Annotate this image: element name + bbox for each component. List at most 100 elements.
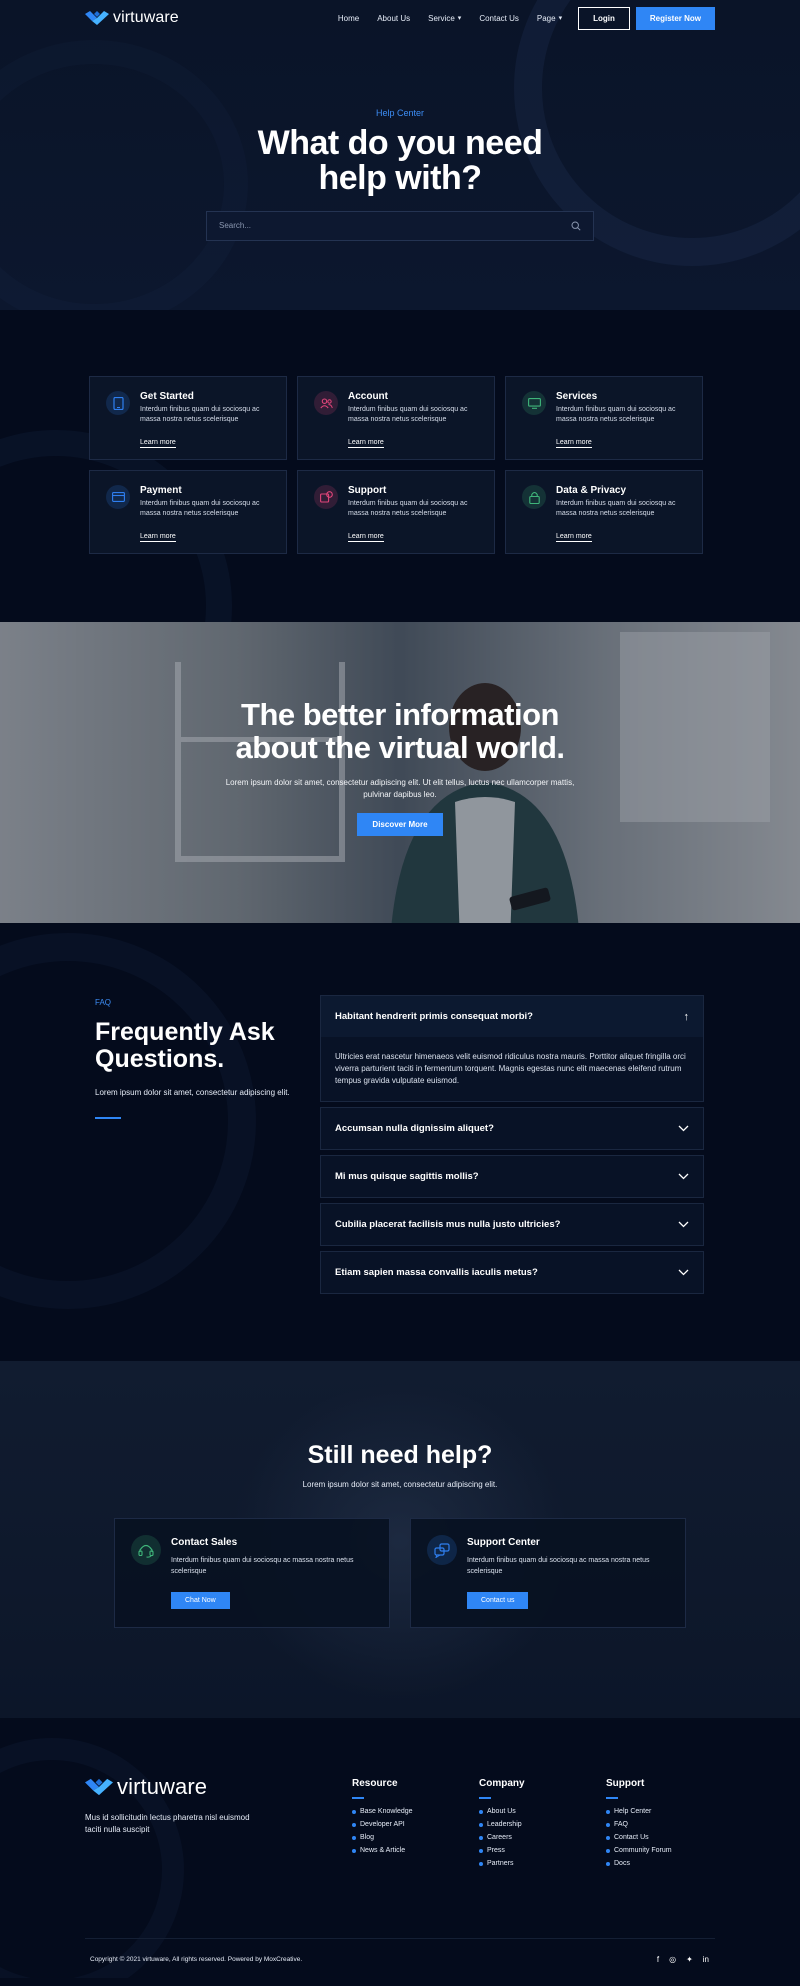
footer-link-label: Help Center bbox=[614, 1808, 652, 1815]
footer-link[interactable]: Developer API bbox=[352, 1821, 479, 1828]
faq-question-text: Accumsan nulla dignissim aliquet? bbox=[335, 1123, 494, 1134]
footer-link-label: Careers bbox=[487, 1834, 512, 1841]
footer-link[interactable]: Community Forum bbox=[606, 1847, 733, 1854]
footer-link[interactable]: Help Center bbox=[606, 1808, 733, 1815]
login-button[interactable]: Login bbox=[578, 6, 630, 30]
faq-subtitle: Lorem ipsum dolor sit amet, consectetur … bbox=[95, 1088, 290, 1097]
footer-link[interactable]: Base Knowledge bbox=[352, 1808, 479, 1815]
faq-intro: FAQ Frequently Ask Questions. Lorem ipsu… bbox=[95, 998, 295, 1119]
topic-card-payment[interactable]: Payment Interdum finibus quam dui socios… bbox=[89, 470, 287, 554]
topic-card-support[interactable]: Support Interdum finibus quam dui socios… bbox=[297, 470, 495, 554]
nav-link-label: Contact Us bbox=[479, 13, 519, 23]
topic-card-account[interactable]: Account Interdum finibus quam dui socios… bbox=[297, 376, 495, 460]
monitor-icon bbox=[522, 391, 546, 415]
topic-card-description: Interdum finibus quam dui sociosqu ac ma… bbox=[556, 406, 676, 424]
nav-link-page[interactable]: Page ▾ bbox=[537, 14, 562, 23]
still-need-help-section: Still need help? Lorem ipsum dolor sit a… bbox=[0, 1361, 800, 1718]
topic-card-title: Account bbox=[348, 391, 388, 402]
faq-question-text: Cubilia placerat facilisis mus nulla jus… bbox=[335, 1219, 561, 1230]
users-icon bbox=[314, 391, 338, 415]
learn-more-link[interactable]: Learn more bbox=[140, 439, 176, 449]
footer-link[interactable]: Contact Us bbox=[606, 1834, 733, 1841]
help-card-description: Interdum finibus quam dui sociosqu ac ma… bbox=[467, 1557, 650, 1575]
footer-link[interactable]: FAQ bbox=[606, 1821, 733, 1828]
instagram-icon[interactable]: ◎ bbox=[669, 1955, 676, 1964]
lock-icon bbox=[522, 485, 546, 509]
chat-bubbles-icon bbox=[427, 1535, 457, 1565]
topic-card-data-privacy[interactable]: Data & Privacy Interdum finibus quam dui… bbox=[505, 470, 703, 554]
arrow-up-icon[interactable]: ↑ bbox=[684, 1011, 690, 1023]
bullet-dot-icon bbox=[479, 1848, 483, 1853]
footer-link[interactable]: Press bbox=[479, 1847, 606, 1854]
learn-more-link[interactable]: Learn more bbox=[348, 439, 384, 449]
help-card-description: Interdum finibus quam dui sociosqu ac ma… bbox=[171, 1557, 354, 1575]
discover-more-button[interactable]: Discover More bbox=[357, 812, 443, 836]
nav-link-about[interactable]: About Us bbox=[377, 14, 410, 23]
faq-item: Habitant hendrerit primis consequat morb… bbox=[320, 995, 704, 1102]
footer-link[interactable]: Docs bbox=[606, 1860, 733, 1867]
bullet-dot-icon bbox=[352, 1809, 356, 1814]
footer-column-title: Support bbox=[606, 1778, 645, 1789]
brand-logo[interactable]: virtuware bbox=[85, 9, 179, 27]
footer-link-label: Blog bbox=[360, 1834, 375, 1841]
bullet-dot-icon bbox=[606, 1809, 610, 1814]
footer-link[interactable]: About Us bbox=[479, 1808, 606, 1815]
search-input[interactable]: Search... bbox=[206, 210, 594, 241]
chevron-down-icon[interactable] bbox=[678, 1269, 689, 1276]
footer-column-company: Company About Us Leadership Careers Pres… bbox=[479, 1778, 606, 1873]
faq-eyebrow: FAQ bbox=[95, 998, 112, 1007]
faq-item: Mi mus quisque sagittis mollis? bbox=[320, 1155, 704, 1198]
chat-now-button[interactable]: Chat Now bbox=[171, 1592, 230, 1609]
logo-icon bbox=[85, 1778, 113, 1796]
footer-description: Mus id sollicitudin lectus pharetra nisl… bbox=[85, 1813, 250, 1834]
nav-link-home[interactable]: Home bbox=[338, 14, 359, 23]
footer-link-label: News & Article bbox=[360, 1847, 406, 1854]
faq-question[interactable]: Accumsan nulla dignissim aliquet? bbox=[321, 1108, 703, 1149]
faq-question[interactable]: Habitant hendrerit primis consequat morb… bbox=[321, 996, 703, 1037]
learn-more-link[interactable]: Learn more bbox=[348, 533, 384, 543]
nav-link-contact[interactable]: Contact Us bbox=[479, 14, 519, 23]
footer-link[interactable]: Careers bbox=[479, 1834, 606, 1841]
learn-more-link[interactable]: Learn more bbox=[556, 533, 592, 543]
footer-link-label: FAQ bbox=[614, 1821, 629, 1828]
chevron-down-icon[interactable] bbox=[678, 1221, 689, 1228]
banner-text: Lorem ipsum dolor sit amet, consectetur … bbox=[225, 777, 575, 799]
footer-logo[interactable]: virtuware bbox=[85, 1774, 260, 1800]
search-icon[interactable] bbox=[571, 221, 581, 231]
linkedin-icon[interactable]: in bbox=[703, 1955, 709, 1964]
topic-card-services[interactable]: Services Interdum finibus quam dui socio… bbox=[505, 376, 703, 460]
bullet-dot-icon bbox=[606, 1835, 610, 1840]
site-footer: virtuware Mus id sollicitudin lectus pha… bbox=[0, 1718, 800, 1978]
page: virtuware Home About Us Service ▾ Contact… bbox=[0, 0, 800, 1986]
faq-question[interactable]: Cubilia placerat facilisis mus nulla jus… bbox=[321, 1204, 703, 1245]
footer-link[interactable]: Blog bbox=[352, 1834, 479, 1841]
chevron-down-icon[interactable] bbox=[678, 1173, 689, 1180]
register-button[interactable]: Register Now bbox=[635, 6, 715, 30]
faq-question-text: Mi mus quisque sagittis mollis? bbox=[335, 1171, 479, 1182]
footer-link[interactable]: News & Article bbox=[352, 1847, 479, 1854]
learn-more-link[interactable]: Learn more bbox=[140, 533, 176, 543]
twitter-icon[interactable]: ✦ bbox=[686, 1955, 693, 1964]
contact-us-button[interactable]: Contact us bbox=[467, 1592, 529, 1609]
topic-card-title: Payment bbox=[140, 485, 182, 496]
faq-item: Etiam sapien massa convallis iaculis met… bbox=[320, 1251, 704, 1294]
hero-content: Help Center What do you need help with? … bbox=[0, 108, 800, 241]
contact-sales-card: Contact Sales Interdum finibus quam dui … bbox=[114, 1518, 390, 1628]
nav-link-service[interactable]: Service ▾ bbox=[428, 14, 461, 23]
facebook-icon[interactable]: f bbox=[657, 1955, 659, 1964]
topic-card-title: Data & Privacy bbox=[556, 485, 627, 496]
help-topic-cards: Get Started Interdum finibus quam dui so… bbox=[89, 376, 704, 554]
topic-card-get-started[interactable]: Get Started Interdum finibus quam dui so… bbox=[89, 376, 287, 460]
chevron-down-icon[interactable] bbox=[678, 1125, 689, 1132]
learn-more-link[interactable]: Learn more bbox=[556, 439, 592, 449]
footer-link-label: About Us bbox=[487, 1808, 516, 1815]
faq-question[interactable]: Etiam sapien massa convallis iaculis met… bbox=[321, 1252, 703, 1293]
faq-question-text: Etiam sapien massa convallis iaculis met… bbox=[335, 1267, 538, 1278]
faq-section: FAQ Frequently Ask Questions. Lorem ipsu… bbox=[0, 923, 800, 1361]
footer-link[interactable]: Leadership bbox=[479, 1821, 606, 1828]
topic-card-title: Get Started bbox=[140, 391, 194, 402]
faq-question[interactable]: Mi mus quisque sagittis mollis? bbox=[321, 1156, 703, 1197]
footer-link[interactable]: Partners bbox=[479, 1860, 606, 1867]
footer-column-divider bbox=[606, 1797, 618, 1799]
bullet-dot-icon bbox=[479, 1835, 483, 1840]
